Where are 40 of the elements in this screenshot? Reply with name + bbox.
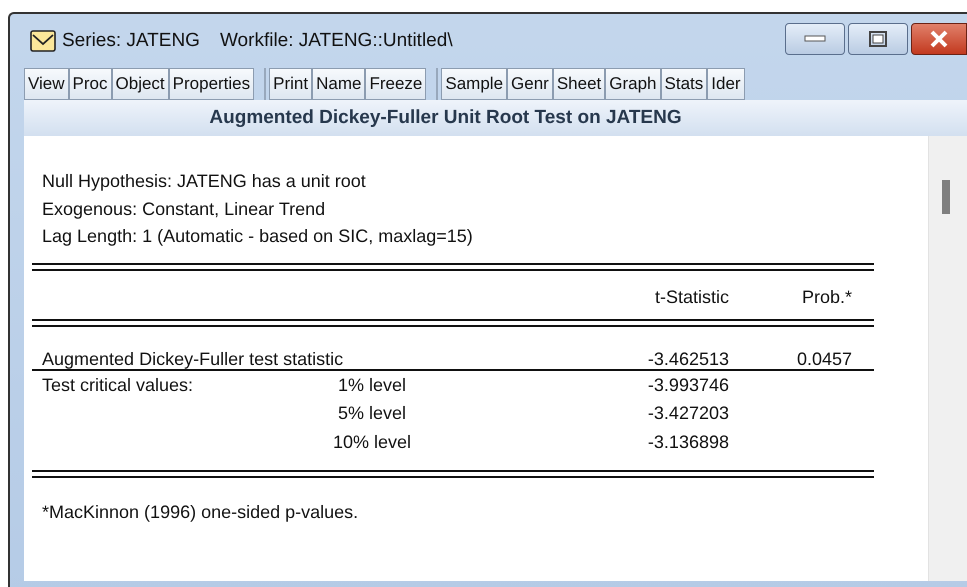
scroll-thumb[interactable] bbox=[942, 180, 950, 214]
toolbar-button[interactable]: Stats bbox=[660, 68, 708, 100]
column-header: t-Statistic bbox=[654, 286, 729, 306]
toolbar-button[interactable]: View bbox=[24, 68, 69, 100]
toolbar-button[interactable]: Graph bbox=[605, 68, 661, 100]
toolbar-button[interactable]: Object bbox=[112, 68, 169, 100]
info-line: Exogenous: Constant, Linear Trend bbox=[42, 198, 326, 221]
table-cell-text: 0.0457 bbox=[796, 348, 852, 368]
maximize-icon bbox=[869, 31, 887, 47]
toolbar-button[interactable]: Print bbox=[269, 68, 312, 100]
info-line: Null Hypothesis: JATENG has a unit root bbox=[42, 170, 367, 193]
toolbar-button[interactable]: Genr bbox=[507, 68, 553, 100]
column-header: Prob.* bbox=[800, 286, 852, 306]
level-label: 10% level bbox=[332, 430, 412, 454]
footnote: *MacKinnon (1996) one-sided p-values. bbox=[41, 501, 360, 523]
close-icon bbox=[928, 30, 950, 48]
table-cell-text: -3.993746 bbox=[646, 374, 729, 396]
table-cell-text: -3.427203 bbox=[646, 402, 729, 425]
table-cell-text: -3.136898 bbox=[646, 430, 729, 454]
toolbar-button[interactable]: Sample bbox=[441, 68, 508, 100]
workfile-label: Workfile: JATENG::Untitled\ bbox=[220, 30, 453, 52]
row-label: Test critical values: bbox=[42, 374, 194, 396]
maximize-button[interactable] bbox=[848, 23, 908, 55]
info-line: Lag Length: 1 (Automatic - based on SIC, maxlag=15) bbox=[42, 225, 474, 248]
row-label: Augmented Dickey-Fuller test statistic bbox=[42, 348, 344, 368]
toolbar-button[interactable]: Sheet bbox=[552, 68, 606, 100]
toolbar-button[interactable]: Freeze bbox=[365, 68, 426, 100]
toolbar-button[interactable]: Properties bbox=[168, 68, 254, 100]
table-cell-text: -3.462513 bbox=[646, 348, 729, 368]
view-title: Augmented Dickey-Fuller Unit Root Test on JATENG bbox=[24, 100, 967, 136]
level-label: 5% level bbox=[336, 402, 408, 425]
level-label: 1% level bbox=[336, 374, 408, 396]
toolbar-button[interactable]: Name bbox=[312, 68, 366, 100]
window-title: Series: JATENG bbox=[62, 30, 200, 52]
scrollbar[interactable] bbox=[928, 136, 967, 581]
minimize-icon bbox=[804, 35, 826, 43]
close-button[interactable] bbox=[911, 23, 967, 55]
toolbar-button[interactable]: Ider bbox=[707, 68, 745, 100]
toolbar-button[interactable]: Proc bbox=[68, 68, 112, 100]
minimize-button[interactable] bbox=[785, 23, 845, 55]
